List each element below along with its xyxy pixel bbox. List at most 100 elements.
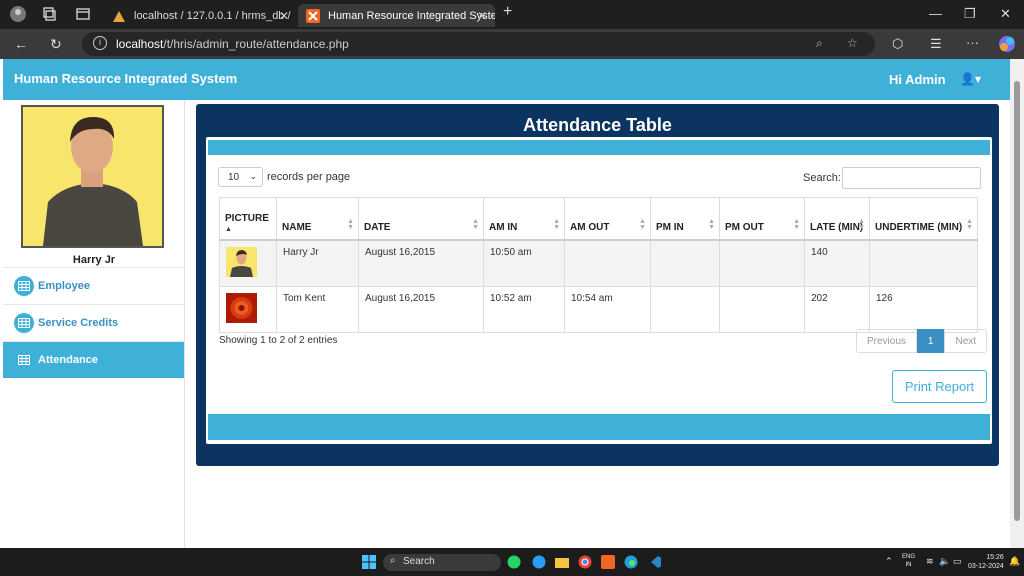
next-button[interactable]: Next (944, 329, 988, 353)
cell-pm-out (719, 239, 805, 287)
close-tab-icon[interactable]: ✕ (477, 9, 487, 23)
previous-button[interactable]: Previous (856, 329, 917, 353)
tab-title: localhost / 127.0.0.1 / hrms_db / (134, 9, 291, 22)
edge-icon[interactable] (624, 555, 638, 569)
address-bar[interactable]: i localhost/t/hris/admin_route/attendanc… (82, 32, 875, 56)
sort-icon: ▲ ▼ (858, 217, 865, 231)
back-icon[interactable]: ← (14, 36, 28, 52)
user-menu-icon[interactable]: 👤▾ (960, 72, 981, 86)
chevron-down-icon: ⌄ (249, 171, 257, 181)
file-explorer-icon[interactable] (555, 555, 569, 569)
volume-icon[interactable]: 🔈 (939, 556, 950, 567)
sort-asc-icon: ▲ (225, 225, 232, 233)
top-divider (208, 140, 990, 155)
records-per-page-label: records per page (267, 171, 351, 183)
vscode-icon[interactable] (648, 555, 662, 569)
app-brand[interactable]: Human Resource Integrated System (14, 71, 237, 86)
cell-name: Harry Jr (276, 239, 359, 287)
pagination: Previous 1 Next (856, 329, 988, 353)
taskbar-search[interactable]: ⌕ Search (383, 554, 501, 571)
cell-am-out: 10:54 am (564, 285, 651, 333)
sidebar-item-attendance[interactable]: Attendance (3, 341, 184, 378)
favorites-icon[interactable]: ☰ (930, 36, 942, 52)
search-input[interactable] (841, 167, 981, 189)
workspaces-icon[interactable] (41, 6, 57, 22)
notification-bell-icon[interactable]: 🔔 (1009, 556, 1020, 567)
col-pm-out[interactable]: PM OUT ▲ ▼ (719, 197, 805, 241)
chrome-icon[interactable] (578, 555, 592, 569)
url-path: /t/hris/admin_route/attendance.php (163, 37, 349, 51)
sort-icon: ▲ ▼ (793, 217, 800, 231)
close-tab-icon[interactable]: ✕ (279, 9, 289, 23)
panel-body: 10 ⌄ records per page Search: PICTURE ▲ N… (206, 137, 992, 444)
reload-icon[interactable]: ↻ (50, 36, 62, 53)
flower-thumbnail (226, 292, 257, 323)
whatsapp-icon[interactable] (507, 555, 521, 569)
records-per-page-select[interactable]: 10 ⌄ (218, 167, 263, 187)
extensions-icon[interactable]: ⬡ (892, 36, 903, 52)
col-pm-in[interactable]: PM IN ▲ ▼ (650, 197, 720, 241)
attendance-panel: Attendance Table 10 ⌄ records per page S… (196, 104, 999, 466)
wifi-icon[interactable]: ≋ (926, 556, 934, 567)
url-host: localhost (116, 37, 164, 51)
col-undertime[interactable]: UNDERTIME (MIN) ▲ ▼ (869, 197, 978, 241)
tray-overflow-icon[interactable]: ⌃ (885, 556, 893, 567)
tab-actions-icon[interactable] (75, 6, 91, 22)
cell-undertime (869, 239, 978, 287)
print-report-button[interactable]: Print Report (892, 370, 987, 403)
sidebar-item-service-credits[interactable]: Service Credits (3, 304, 184, 341)
cell-am-in: 10:50 am (483, 239, 565, 287)
col-am-out[interactable]: AM OUT ▲ ▼ (564, 197, 651, 241)
cell-pm-in (650, 285, 720, 333)
sidebar-item-employee[interactable]: Employee (3, 267, 184, 304)
browser-tab-strip: localhost / 127.0.0.1 / hrms_db / ✕ Huma… (0, 0, 1024, 29)
zoom-icon[interactable]: ⌕ (816, 36, 823, 51)
cell-picture (219, 239, 277, 287)
profile-avatar-icon[interactable] (10, 6, 26, 22)
length-control: 10 ⌄ records per page (218, 167, 350, 187)
col-picture[interactable]: PICTURE ▲ (219, 197, 277, 241)
table-icon (14, 276, 34, 296)
sidebar-item-label: Attendance (38, 354, 98, 366)
close-window-icon[interactable]: ✕ (1000, 6, 1011, 22)
profile-name: Harry Jr (72, 254, 116, 266)
new-tab-icon[interactable]: + (503, 3, 512, 21)
xampp-icon (306, 8, 320, 23)
copilot-icon[interactable] (998, 35, 1016, 53)
battery-icon[interactable]: ▭ (953, 556, 962, 567)
cell-late: 140 (804, 239, 870, 287)
site-info-icon[interactable]: i (93, 36, 107, 50)
sort-icon: ▲ ▼ (347, 217, 354, 231)
restore-icon[interactable]: ❐ (964, 6, 976, 22)
col-late[interactable]: LATE (MIN) ▲ ▼ (804, 197, 870, 241)
table-icon (14, 313, 34, 333)
col-date[interactable]: DATE ▲ ▼ (358, 197, 484, 241)
page-scrollbar[interactable] (1010, 59, 1024, 548)
minimize-icon[interactable]: — (929, 6, 942, 21)
cell-undertime: 126 (869, 285, 978, 333)
system-clock[interactable]: 15:26 03-12-2024 (968, 553, 1004, 571)
xampp-taskbar-icon[interactable] (601, 555, 615, 569)
search-control: Search: (803, 167, 981, 189)
tab-hris[interactable]: Human Resource Integrated Syste ✕ (298, 4, 495, 27)
table-row: Harry Jr August 16,2015 10:50 am 140 (219, 239, 978, 287)
favorite-star-icon[interactable]: ☆ (847, 36, 858, 50)
search-label: Search: (803, 172, 841, 184)
language-indicator[interactable]: ENG IN (902, 553, 915, 569)
sort-icon: ▲ ▼ (966, 217, 973, 231)
sidebar-item-label: Employee (38, 280, 90, 292)
col-name[interactable]: NAME ▲ ▼ (276, 197, 359, 241)
page-button-1[interactable]: 1 (916, 329, 945, 353)
attendance-table: PICTURE ▲ NAME ▲ ▼ DATE ▲ ▼ AM IN ▲ ▼ AM OUT ▲ ▼ … (219, 197, 978, 333)
app-header: Human Resource Integrated System Hi Admi… (3, 59, 1010, 100)
scrollbar-thumb[interactable] (1014, 81, 1020, 521)
sort-icon: ▲ ▼ (708, 217, 715, 231)
web-page: Human Resource Integrated System Hi Admi… (3, 59, 1010, 548)
tab-phpmyadmin[interactable]: localhost / 127.0.0.1 / hrms_db / ✕ (104, 4, 297, 27)
cell-am-in: 10:52 am (483, 285, 565, 333)
col-am-in[interactable]: AM IN ▲ ▼ (483, 197, 565, 241)
cell-picture (219, 285, 277, 333)
windows-start-icon[interactable] (362, 555, 376, 569)
more-menu-icon[interactable]: ··· (966, 35, 979, 50)
chat-app-icon[interactable] (532, 555, 546, 569)
